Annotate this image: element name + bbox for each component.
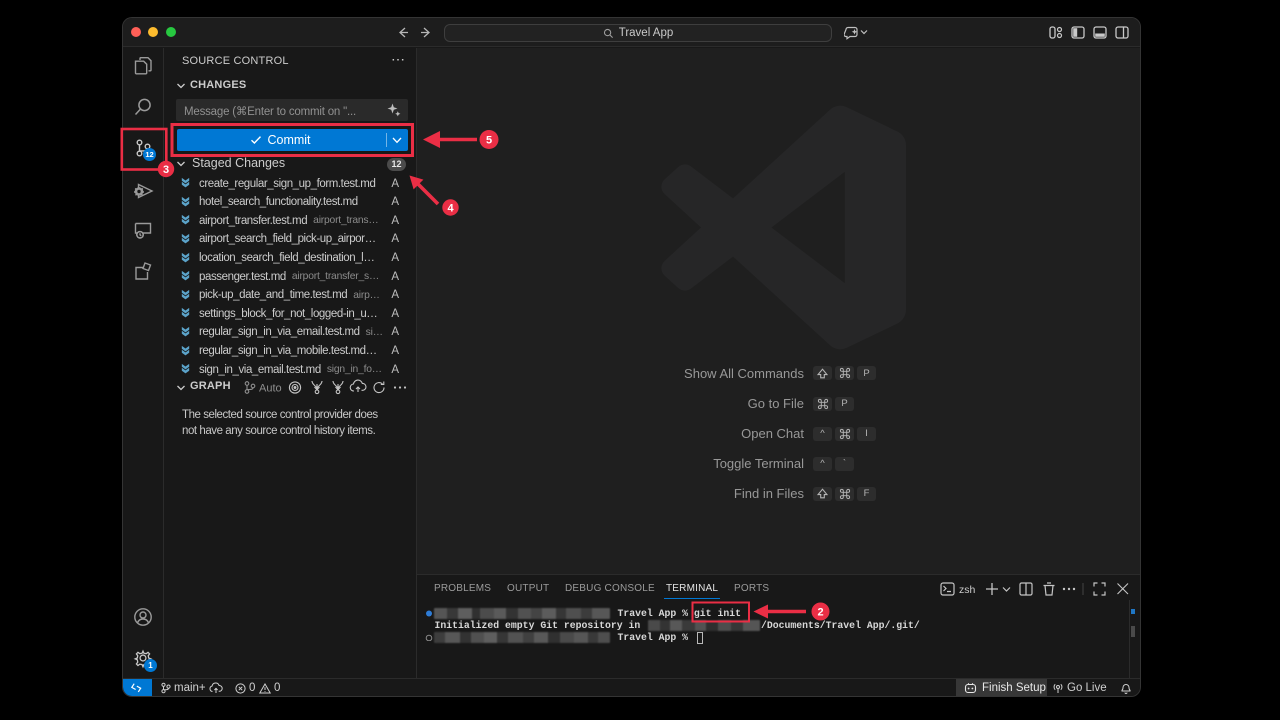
svg-text:Auto: Auto <box>259 383 282 395</box>
svg-text:zsh: zsh <box>959 584 976 596</box>
